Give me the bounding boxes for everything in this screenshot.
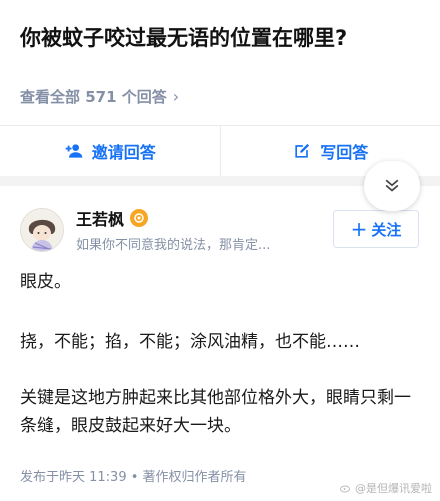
invite-user-icon — [65, 144, 83, 158]
weibo-logo-icon — [340, 485, 350, 493]
watermark: @是但爆讯爱啦 — [340, 480, 432, 496]
plus-icon: + — [350, 217, 368, 241]
answer-meta: 发布于昨天 11:39 • 著作权归作者所有 — [20, 470, 247, 485]
author-name-row: 王若枫 — [76, 206, 149, 230]
collapse-button[interactable] — [364, 161, 420, 211]
invite-answer-button[interactable]: 邀请回答 — [0, 126, 220, 176]
question-title[interactable]: 你被蚊子咬过最无语的位置在哪里? — [20, 22, 420, 54]
answers-count-text: 查看全部 571 个回答 — [20, 88, 167, 106]
follow-button[interactable]: + 关注 — [333, 210, 419, 248]
avatar-illustration-icon — [21, 209, 63, 251]
question-header: 你被蚊子咬过最无语的位置在哪里? 查看全部 571 个回答 › — [0, 0, 440, 125]
watermark-text: @是但爆讯爱啦 — [355, 482, 432, 495]
author-name[interactable]: 王若枫 — [76, 206, 124, 230]
verified-badge-icon — [130, 209, 149, 227]
chevron-right-icon: › — [172, 87, 180, 106]
edit-icon — [295, 143, 310, 158]
author-signature: 如果你不同意我的说法，那肯定... — [76, 238, 271, 253]
double-chevron-down-icon — [385, 179, 399, 192]
write-answer-label: 写回答 — [320, 143, 369, 162]
answer-paragraph: 挠，不能；掐，不能；涂风油精，也不能…… — [20, 332, 360, 352]
avatar[interactable] — [20, 208, 64, 252]
answer-paragraph: 关键是这地方肿起来比其他部位格外大，眼睛只剩一条缝，眼皮鼓起来好大一块。 — [20, 388, 411, 436]
answer-paragraph: 眼皮。 — [20, 272, 71, 292]
invite-answer-label: 邀请回答 — [91, 143, 156, 162]
follow-label: 关注 — [371, 220, 402, 239]
view-all-answers-link[interactable]: 查看全部 571 个回答 › — [20, 86, 179, 107]
